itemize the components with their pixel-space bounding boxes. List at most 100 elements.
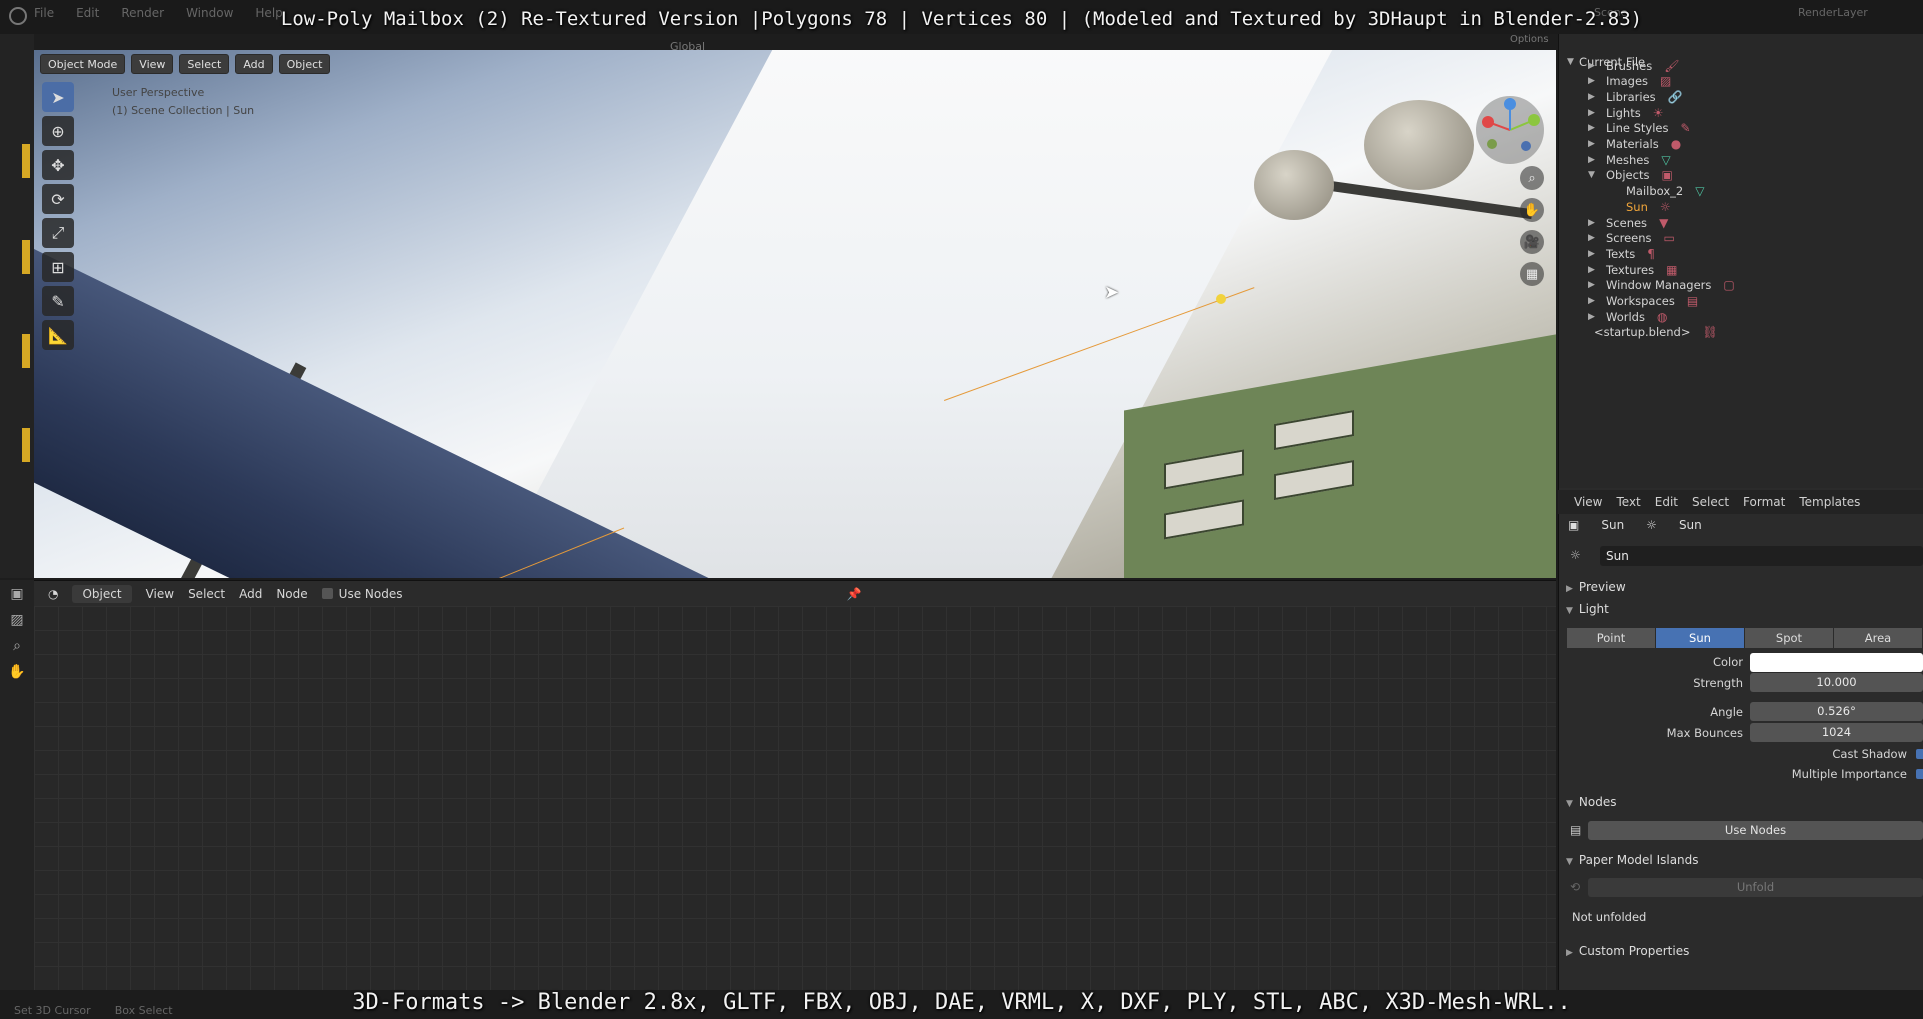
custom-properties-panel-header[interactable]: ▶ Custom Properties <box>1566 944 1689 958</box>
paper-model-panel-header[interactable]: ▼ Paper Model Islands <box>1566 853 1699 867</box>
viewport-menu-view[interactable]: View <box>131 54 174 74</box>
light-name-field[interactable]: Sun <box>1600 546 1923 566</box>
3d-viewport[interactable] <box>34 50 1556 578</box>
workspace-icon: ▤ <box>1686 294 1699 308</box>
expand-toggle-icon[interactable]: ▶ <box>1588 218 1600 228</box>
text-editor-header: View Text Edit Select Format Templates <box>1558 490 1923 514</box>
expand-toggle-icon[interactable]: ▶ <box>1588 265 1600 275</box>
outliner-item-label: Line Styles <box>1606 121 1669 136</box>
strength-field[interactable]: 10.000 <box>1750 673 1923 692</box>
expand-toggle-icon[interactable]: ▶ <box>1588 108 1600 118</box>
multiple-importance-checkbox[interactable] <box>1916 769 1923 779</box>
node-type-dropdown[interactable]: Object <box>72 584 132 603</box>
outliner-item[interactable]: <startup.blend> ⛓ <box>1576 323 1718 342</box>
preview-panel-header[interactable]: ▶ Preview <box>1566 580 1626 594</box>
nodes-panel-header[interactable]: ▼ Nodes <box>1566 795 1617 809</box>
expand-toggle-icon[interactable]: ▼ <box>1588 170 1600 180</box>
text-menu-templates[interactable]: Templates <box>1799 495 1860 509</box>
light-panel-header[interactable]: ▼ Light <box>1566 602 1609 616</box>
expand-toggle-icon[interactable]: ▶ <box>1588 233 1600 243</box>
scene-icon: ▼ <box>1659 215 1669 230</box>
pan-hand-icon[interactable]: ✋ <box>1520 198 1544 222</box>
sun-icon: ☼ <box>1646 518 1657 532</box>
rotate-tool-icon[interactable]: ⟳ <box>42 184 74 214</box>
expand-toggle-icon[interactable]: ▶ <box>1588 296 1600 306</box>
unfold-button[interactable]: Unfold <box>1588 878 1923 897</box>
zoom-icon[interactable]: ⌕ <box>1520 166 1544 190</box>
image-icon[interactable]: ▨ <box>10 612 23 628</box>
pan-hand-icon[interactable]: ✋ <box>8 664 25 680</box>
scale-tool-icon[interactable]: ⤢ <box>42 218 74 248</box>
sun-icon: ☼ <box>1659 199 1671 214</box>
node-tree-icon: ▤ <box>1570 823 1582 837</box>
light-type-sun[interactable]: Sun <box>1656 628 1745 648</box>
outliner-item-label: Texts <box>1606 246 1636 261</box>
viewport-menu-object[interactable]: Object <box>278 54 331 74</box>
folder-icon <box>22 334 30 368</box>
zoom-icon[interactable]: ⌕ <box>13 638 21 654</box>
node-editor-canvas[interactable] <box>34 606 1556 990</box>
max-bounces-field[interactable]: 1024 <box>1750 723 1923 742</box>
text-menu-select[interactable]: Select <box>1692 495 1729 509</box>
annotate-tool-icon[interactable]: ✎ <box>42 286 74 316</box>
text-icon: ¶ <box>1647 246 1655 261</box>
measure-tool-icon[interactable]: 📐 <box>42 320 74 350</box>
transform-tool-icon[interactable]: ⊞ <box>42 252 74 282</box>
angle-field[interactable]: 0.526° <box>1750 702 1923 721</box>
crumb-data[interactable]: Sun <box>1679 518 1702 532</box>
text-menu-view[interactable]: View <box>1574 495 1602 509</box>
light-type-area[interactable]: Area <box>1834 628 1923 648</box>
folder-icon <box>22 428 30 462</box>
light-type-point[interactable]: Point <box>1567 628 1656 648</box>
camera-icon[interactable]: 🎥 <box>1520 230 1544 254</box>
sun-light-icon[interactable] <box>1216 294 1226 304</box>
cast-shadow-checkbox[interactable] <box>1916 749 1923 759</box>
viewport-menu-select[interactable]: Select <box>179 54 230 74</box>
node-editor-header: ◔ Object View Select Add Node Use Nodes … <box>34 580 1556 606</box>
color-label: Color <box>1712 655 1743 669</box>
outliner-item-label: Lights <box>1606 105 1641 120</box>
expand-toggle-icon[interactable]: ▶ <box>1588 312 1600 322</box>
color-swatch[interactable] <box>1750 653 1923 672</box>
light-type-spot[interactable]: Spot <box>1745 628 1834 648</box>
object-data-icon: ▣ <box>1568 518 1580 532</box>
folder-icon <box>22 144 30 178</box>
navigation-gizmo[interactable] <box>1472 92 1548 168</box>
node-menu-add[interactable]: Add <box>239 587 262 601</box>
viewport-menu-add[interactable]: Add <box>235 54 273 74</box>
editor-type-icon[interactable]: ◔ <box>48 587 58 601</box>
outliner-item-label: Screens <box>1606 231 1652 246</box>
folder-icon <box>22 240 30 274</box>
formats-footer-overlay: 3D-Formats -> Blender 2.8x, GLTF, FBX, O… <box>352 990 1571 1015</box>
cursor-tool-icon[interactable]: ⊕ <box>42 116 74 146</box>
expand-toggle-icon[interactable]: ▶ <box>1588 249 1600 259</box>
options-dropdown[interactable]: Options <box>1510 34 1549 45</box>
expand-toggle-icon[interactable]: ▶ <box>1588 139 1600 149</box>
node-menu-view[interactable]: View <box>146 587 174 601</box>
multiple-importance-label: Multiple Importance <box>1791 767 1907 781</box>
text-menu-edit[interactable]: Edit <box>1655 495 1678 509</box>
expand-toggle-icon[interactable]: ▶ <box>1588 61 1600 71</box>
expand-toggle-icon[interactable]: ▶ <box>1588 76 1600 86</box>
node-menu-node[interactable]: Node <box>276 587 307 601</box>
texture-icon: ▦ <box>1666 262 1678 277</box>
text-menu-format[interactable]: Format <box>1743 495 1785 509</box>
select-tool-icon[interactable]: ➤ <box>42 82 74 112</box>
outliner-item-label: Materials <box>1606 137 1659 151</box>
crumb-object[interactable]: Sun <box>1601 518 1624 532</box>
move-tool-icon[interactable]: ✥ <box>42 150 74 180</box>
active-collection-label: (1) Scene Collection | Sun <box>112 104 255 117</box>
video-title-overlay: Low-Poly Mailbox (2) Re-Textured Version… <box>280 8 1643 30</box>
grid-icon[interactable]: ▦ <box>1520 262 1544 286</box>
expand-toggle-icon[interactable]: ▶ <box>1588 92 1600 102</box>
pin-icon[interactable]: 📌 <box>846 587 861 601</box>
text-menu-text[interactable]: Text <box>1616 495 1640 509</box>
use-nodes-button[interactable]: Use Nodes <box>1588 821 1923 840</box>
expand-toggle-icon[interactable]: ▶ <box>1588 155 1600 165</box>
expand-toggle-icon[interactable]: ▶ <box>1588 280 1600 290</box>
mode-dropdown[interactable]: Object Mode <box>40 54 126 74</box>
expand-toggle-icon[interactable]: ▶ <box>1588 123 1600 133</box>
node-menu-select[interactable]: Select <box>188 587 225 601</box>
editor-type-icon[interactable]: ▣ <box>10 586 23 602</box>
use-nodes-checkbox[interactable] <box>321 588 333 599</box>
